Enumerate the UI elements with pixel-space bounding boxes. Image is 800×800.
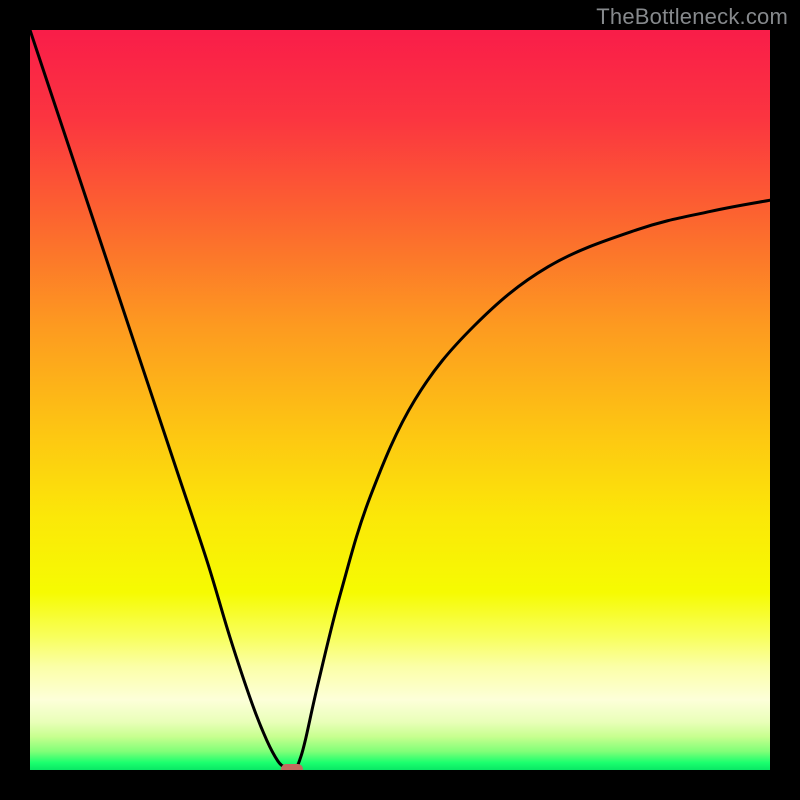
watermark-text: TheBottleneck.com: [596, 4, 788, 30]
chart-container: TheBottleneck.com: [0, 0, 800, 800]
gradient-background: [30, 30, 770, 770]
optimal-point-marker: [281, 764, 303, 770]
chart-plot-area: [30, 30, 770, 770]
